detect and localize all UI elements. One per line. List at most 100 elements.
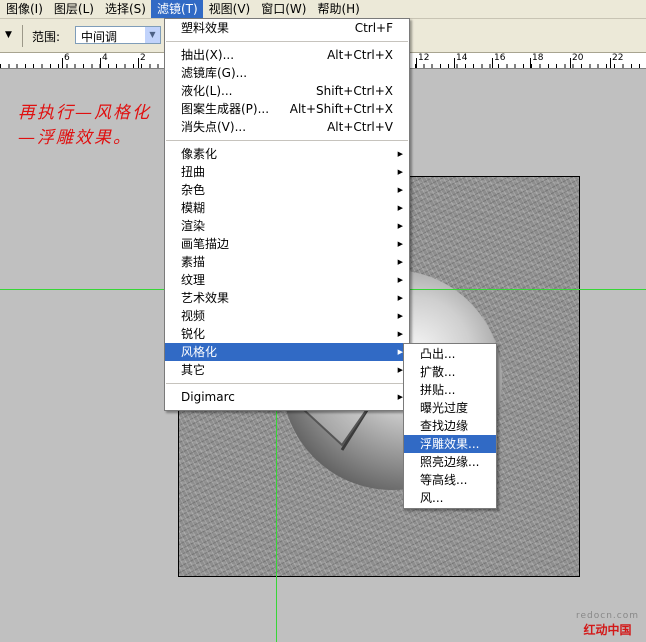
submenu-item-tiles[interactable]: 拼贴... xyxy=(404,381,496,399)
submenu-item-diffuse[interactable]: 扩散... xyxy=(404,363,496,381)
ruler-label: 12 xyxy=(418,53,430,63)
ruler-tick xyxy=(100,58,101,68)
ruler-tick xyxy=(62,58,63,68)
menu-item-filter-gallery[interactable]: 滤镜库(G)... xyxy=(165,64,409,82)
watermark-url: redocn.com xyxy=(576,611,639,621)
ruler-tick xyxy=(530,58,531,68)
ruler-label: 22 xyxy=(612,53,624,63)
ruler-tick xyxy=(570,58,571,68)
menu-item-pattern-maker[interactable]: 图案生成器(P)... Alt+Shift+Ctrl+X xyxy=(165,100,409,118)
menu-item-sharpen[interactable]: 锐化 ▶ xyxy=(165,325,409,343)
submenu-item-emboss[interactable]: 浮雕效果... xyxy=(404,435,496,453)
menu-separator xyxy=(166,140,408,141)
menu-item-label: 像素化 xyxy=(181,147,218,161)
ruler-label: 14 xyxy=(456,53,468,63)
menu-item-label: 消失点(V)... xyxy=(181,120,247,134)
menu-item-last-filter[interactable]: 塑料效果 Ctrl+F xyxy=(165,19,409,37)
menu-item-label: 渲染 xyxy=(181,219,206,233)
range-label: 范围: xyxy=(32,30,61,44)
menu-padding xyxy=(165,406,409,410)
menu-item-label: 塑料效果 xyxy=(181,21,230,35)
menu-item-label: 锐化 xyxy=(181,327,206,341)
ruler-label: 6 xyxy=(64,53,70,63)
menu-separator xyxy=(166,41,408,42)
menu-item-blur[interactable]: 模糊 ▶ xyxy=(165,199,409,217)
submenu-arrow-icon: ▶ xyxy=(397,240,403,248)
menu-item-label: 图案生成器(P)... xyxy=(181,102,270,116)
menu-item-label: 滤镜库(G)... xyxy=(181,66,248,80)
menu-item-stylize[interactable]: 风格化 ▶ xyxy=(165,343,409,361)
menu-item-label: 模糊 xyxy=(181,201,206,215)
menu-item-texture[interactable]: 纹理 ▶ xyxy=(165,271,409,289)
tool-preset-dropdown-icon[interactable]: ▼ xyxy=(5,30,12,40)
menu-item-noise[interactable]: 杂色 ▶ xyxy=(165,181,409,199)
menu-item-label: 杂色 xyxy=(181,183,206,197)
menu-item-other[interactable]: 其它 ▶ xyxy=(165,361,409,379)
menu-item-brush-strokes[interactable]: 画笔描边 ▶ xyxy=(165,235,409,253)
menu-select[interactable]: 选择(S) xyxy=(99,0,151,18)
menu-item-label: 扭曲 xyxy=(181,165,206,179)
menu-item-label: 视频 xyxy=(181,309,206,323)
submenu-item-glowing-edges[interactable]: 照亮边缘... xyxy=(404,453,496,471)
options-separator xyxy=(22,25,23,47)
menu-item-vanishing-point[interactable]: 消失点(V)... Alt+Ctrl+V xyxy=(165,118,409,136)
ruler-label: 4 xyxy=(102,53,108,63)
ruler-tick xyxy=(138,58,139,68)
submenu-item-emboss-out[interactable]: 凸出... xyxy=(404,345,496,363)
menu-item-label: Digimarc xyxy=(181,390,235,404)
menu-item-label: 其它 xyxy=(181,363,206,377)
menu-item-pixelate[interactable]: 像素化 ▶ xyxy=(165,145,409,163)
ruler-label: 20 xyxy=(572,53,584,63)
submenu-arrow-icon: ▶ xyxy=(397,222,403,230)
menu-item-digimarc[interactable]: Digimarc ▶ xyxy=(165,388,409,406)
menu-image[interactable]: 图像(I) xyxy=(0,0,48,18)
submenu-arrow-icon: ▶ xyxy=(397,258,403,266)
menu-item-distort[interactable]: 扭曲 ▶ xyxy=(165,163,409,181)
menu-item-liquify[interactable]: 液化(L)... Shift+Ctrl+X xyxy=(165,82,409,100)
menu-layer[interactable]: 图层(L) xyxy=(48,0,99,18)
watermark-name: 红动中国 xyxy=(583,623,632,637)
menu-bar: 图像(I) 图层(L) 选择(S) 滤镜(T) 视图(V) 窗口(W) 帮助(H… xyxy=(0,0,646,19)
menu-separator xyxy=(166,383,408,384)
submenu-arrow-icon: ▶ xyxy=(397,150,403,158)
menu-window[interactable]: 窗口(W) xyxy=(255,0,311,18)
menu-item-label: 液化(L)... xyxy=(181,84,233,98)
menu-item-label: 纹理 xyxy=(181,273,206,287)
range-select[interactable]: 中间调 ▼ xyxy=(75,26,161,44)
menu-item-shortcut: Alt+Ctrl+V xyxy=(327,120,393,134)
submenu-arrow-icon: ▶ xyxy=(397,312,403,320)
menu-item-label: 素描 xyxy=(181,255,206,269)
submenu-arrow-icon: ▶ xyxy=(397,168,403,176)
filter-menu: 塑料效果 Ctrl+F 抽出(X)... Alt+Ctrl+X 滤镜库(G)..… xyxy=(164,18,410,411)
menu-help[interactable]: 帮助(H) xyxy=(311,0,364,18)
ruler-tick xyxy=(610,58,611,68)
range-select-value: 中间调 xyxy=(81,30,118,44)
chevron-down-icon[interactable]: ▼ xyxy=(145,27,160,43)
submenu-item-trace-contour[interactable]: 等高线... xyxy=(404,471,496,489)
submenu-arrow-icon: ▶ xyxy=(397,204,403,212)
ruler-label: 16 xyxy=(494,53,506,63)
watermark: redocn.com 红动中国 xyxy=(576,611,639,638)
menu-item-label: 画笔描边 xyxy=(181,237,230,251)
menu-view[interactable]: 视图(V) xyxy=(203,0,256,18)
submenu-item-find-edges[interactable]: 查找边缘 xyxy=(404,417,496,435)
menu-item-label: 艺术效果 xyxy=(181,291,230,305)
submenu-arrow-icon: ▶ xyxy=(397,186,403,194)
submenu-item-solarize[interactable]: 曝光过度 xyxy=(404,399,496,417)
menu-filter[interactable]: 滤镜(T) xyxy=(150,0,203,18)
menu-item-label: 抽出(X)... xyxy=(181,48,235,62)
menu-item-sketch[interactable]: 素描 ▶ xyxy=(165,253,409,271)
menu-item-extract[interactable]: 抽出(X)... Alt+Ctrl+X xyxy=(165,46,409,64)
ruler-label: 2 xyxy=(140,53,146,63)
submenu-item-wind[interactable]: 风... xyxy=(404,489,496,507)
menu-item-render[interactable]: 渲染 ▶ xyxy=(165,217,409,235)
menu-item-shortcut: Shift+Ctrl+X xyxy=(316,84,393,98)
ruler-label: 18 xyxy=(532,53,544,63)
instruction-annotation: 再执行—风格化—浮雕效果。 xyxy=(18,103,151,148)
submenu-arrow-icon: ▶ xyxy=(397,294,403,302)
menu-item-video[interactable]: 视频 ▶ xyxy=(165,307,409,325)
menu-item-artistic[interactable]: 艺术效果 ▶ xyxy=(165,289,409,307)
menu-item-shortcut: Ctrl+F xyxy=(354,21,393,35)
menu-item-shortcut: Alt+Shift+Ctrl+X xyxy=(289,102,393,116)
submenu-arrow-icon: ▶ xyxy=(397,330,403,338)
